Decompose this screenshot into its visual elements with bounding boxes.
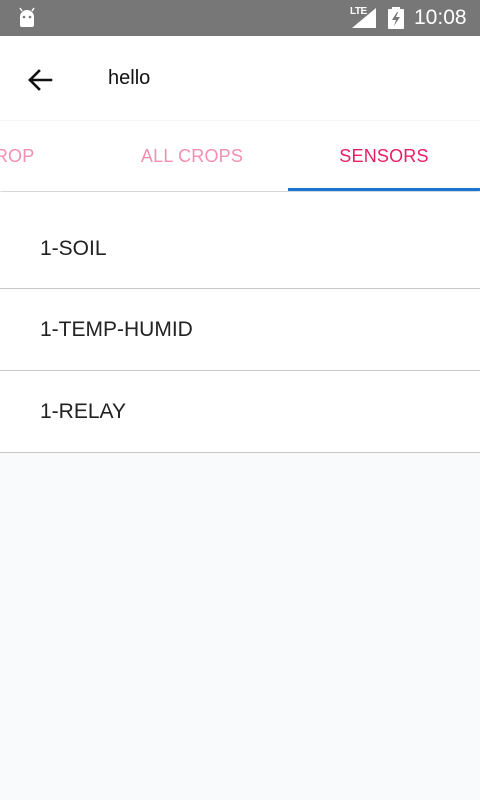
sensor-name: 1-SOIL [40,237,107,260]
status-bar: LTE 10:08 [0,0,480,36]
tab-label: T CROP [0,145,35,166]
sensor-list-item[interactable]: 1-RELAY [0,371,480,453]
tab-bar: T CROP ALL CROPS SENSORS [0,121,480,191]
sensor-list-item[interactable]: 1-SOIL [0,192,480,289]
sensor-list: 1-SOIL 1-TEMP-HUMID 1-RELAY [0,192,480,453]
app-bar: hello [0,36,480,120]
android-icon [19,7,35,27]
back-button[interactable] [16,56,64,104]
battery-charging-icon [388,7,404,29]
sensor-list-item[interactable]: 1-TEMP-HUMID [0,289,480,371]
arrow-back-icon [28,69,53,91]
sensor-name: 1-TEMP-HUMID [40,317,193,341]
page-title: hello [108,67,151,89]
tab-sensors[interactable]: SENSORS [288,121,480,191]
sensor-name: 1-RELAY [40,399,126,423]
signal-icon [352,8,376,28]
status-clock: 10:08 [414,6,467,29]
tab-all-crops[interactable]: ALL CROPS [96,121,288,191]
tab-current-crop[interactable]: T CROP [0,121,96,191]
tab-indicator [288,188,480,191]
tab-label: SENSORS [339,145,429,166]
tab-label: ALL CROPS [140,145,244,166]
